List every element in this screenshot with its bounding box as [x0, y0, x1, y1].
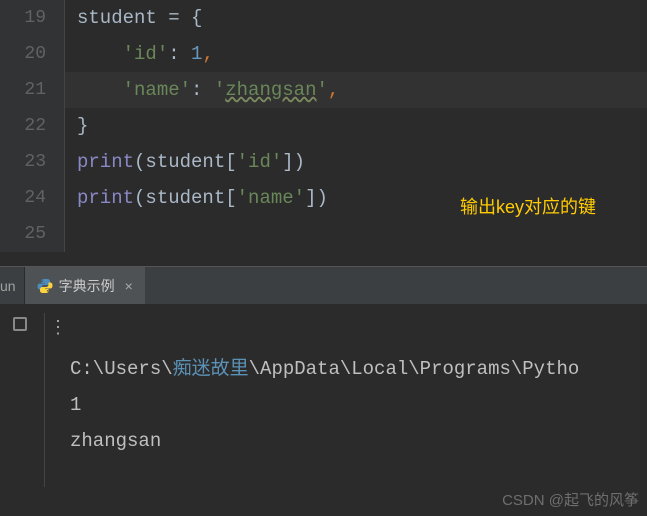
line-number-gutter: 19 20 21 22 23 24 25: [0, 0, 65, 252]
line-number: 20: [0, 36, 46, 72]
run-tab-label: 字典示例: [59, 276, 115, 296]
line-number: 25: [0, 216, 46, 252]
console-output[interactable]: C:\Users\痴迷故里\AppData\Local\Programs\Pyt…: [66, 305, 647, 495]
line-number: 24: [0, 180, 46, 216]
code-line[interactable]: [65, 216, 647, 252]
console-line: zhangsan: [70, 430, 161, 452]
console-toolbar: [0, 305, 40, 331]
python-icon: [37, 278, 53, 294]
stop-icon[interactable]: [13, 317, 27, 331]
annotation-label: 输出key对应的键: [460, 193, 596, 219]
run-panel: un 字典示例 × ⋮ C:\Users\痴迷故里\AppData\Local\…: [0, 266, 647, 495]
run-tab[interactable]: 字典示例 ×: [25, 267, 145, 304]
run-toolwindow-label[interactable]: un: [0, 267, 25, 304]
divider: [44, 313, 45, 487]
line-number: 19: [0, 0, 46, 36]
console-line: 1: [70, 394, 81, 416]
run-tabbar: un 字典示例 ×: [0, 267, 647, 305]
code-editor[interactable]: 19 20 21 22 23 24 25 student = { 'id': 1…: [0, 0, 647, 252]
watermark: CSDN @起飞的风筝: [502, 489, 639, 510]
line-number: 21: [0, 72, 46, 108]
code-line[interactable]: print(student['id']): [65, 144, 647, 180]
console-path: C:\Users\痴迷故里\AppData\Local\Programs\Pyt…: [70, 358, 579, 380]
code-area[interactable]: student = { 'id': 1, 'name': 'zhangsan',…: [65, 0, 647, 252]
line-number: 23: [0, 144, 46, 180]
code-line[interactable]: }: [65, 108, 647, 144]
close-icon[interactable]: ×: [125, 278, 133, 294]
code-line[interactable]: student = {: [65, 0, 647, 36]
code-line-active[interactable]: 'name': 'zhangsan',: [65, 72, 647, 108]
console-area: ⋮ C:\Users\痴迷故里\AppData\Local\Programs\P…: [0, 305, 647, 495]
line-number: 22: [0, 108, 46, 144]
code-line[interactable]: 'id': 1,: [65, 36, 647, 72]
more-icon[interactable]: ⋮: [49, 317, 66, 339]
